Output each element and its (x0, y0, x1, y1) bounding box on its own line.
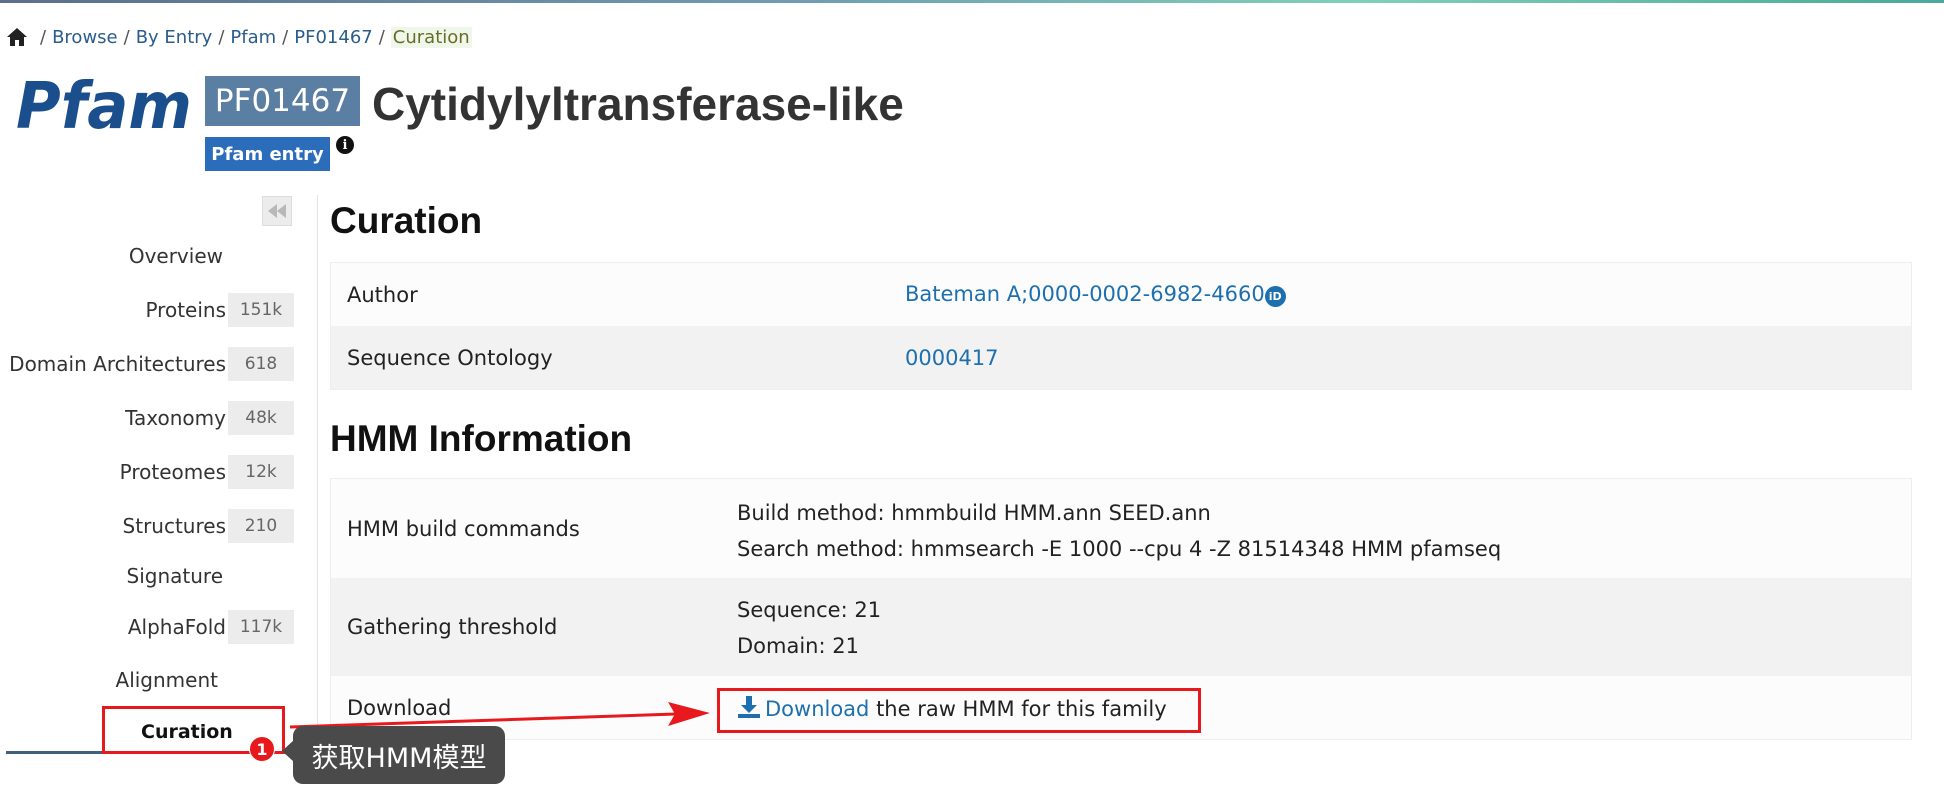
sidebar-item-taxonomy[interactable]: Taxonomy 48k (0, 398, 300, 438)
collapse-sidebar-button[interactable] (262, 196, 292, 226)
author-value: Bateman A;0000-0002-6982-4660 iD (905, 282, 1286, 307)
sidebar-item-label: Alignment (115, 668, 218, 692)
sidebar-item-alphafold[interactable]: AlphaFold 117k (0, 607, 300, 647)
hmm-build-value: Build method: hmmbuild HMM.ann SEED.ann … (737, 495, 1501, 567)
count-badge: 618 (228, 347, 294, 381)
sidebar-item-structures[interactable]: Structures 210 (0, 506, 300, 546)
sequence-threshold-text: Sequence: 21 (737, 598, 882, 622)
sidebar-item-label: Taxonomy (125, 406, 226, 430)
sidebar-item-signature[interactable]: Signature (0, 556, 300, 596)
breadcrumb-current: Curation (390, 26, 472, 48)
table-row: HMM build commands Build method: hmmbuil… (331, 479, 1911, 578)
sidebar-item-label: Signature (126, 564, 223, 588)
double-chevron-left-icon (268, 204, 286, 218)
sequence-ontology-label: Sequence Ontology (347, 345, 553, 370)
sidebar-item-overview[interactable]: Overview (0, 236, 300, 276)
sidebar-item-label: AlphaFold (127, 615, 226, 639)
breadcrumb-by-entry[interactable]: By Entry (136, 27, 213, 48)
count-badge: 151k (228, 293, 294, 327)
breadcrumb: / Browse / By Entry / Pfam / PF01467 / C… (6, 25, 472, 49)
sidebar-divider (317, 195, 318, 755)
sidebar-item-proteomes[interactable]: Proteomes 12k (0, 452, 300, 492)
download-label: Download (347, 695, 452, 720)
hmm-build-label: HMM build commands (347, 516, 580, 541)
table-row: Author Bateman A;0000-0002-6982-4660 iD (331, 263, 1911, 326)
count-badge: 12k (228, 455, 294, 489)
sidebar-item-label: Domain Architectures (9, 352, 226, 376)
info-icon[interactable]: i (336, 136, 354, 154)
table-row: Sequence Ontology 0000417 (331, 326, 1911, 389)
accession-badge: PF01467 (205, 76, 360, 126)
count-badge: 117k (228, 610, 294, 644)
hmm-heading: HMM Information (330, 418, 633, 459)
sidebar-item-label: Proteomes (119, 460, 226, 484)
breadcrumb-pfam[interactable]: Pfam (230, 27, 276, 48)
breadcrumb-accession[interactable]: PF01467 (294, 27, 372, 48)
step-number-badge: 1 (249, 736, 275, 762)
sidebar-item-label: Structures (122, 514, 226, 538)
download-highlight-box (717, 688, 1201, 733)
breadcrumb-separator: / (378, 26, 385, 48)
search-method-text: Search method: hmmsearch -E 1000 --cpu 4… (737, 537, 1502, 561)
page-title: Cytidylyltransferase-like (372, 78, 904, 130)
entry-type-badge: Pfam entry (205, 137, 330, 171)
curation-heading: Curation (330, 200, 483, 241)
sidebar-item-proteins[interactable]: Proteins 151k (0, 290, 300, 330)
author-link[interactable]: Bateman A;0000-0002-6982-4660 (905, 282, 1265, 306)
domain-threshold-text: Domain: 21 (737, 634, 859, 658)
top-color-strip (0, 0, 1944, 3)
sidebar-item-label: Overview (128, 244, 223, 268)
breadcrumb-separator: / (218, 26, 225, 48)
breadcrumb-separator: / (40, 26, 47, 48)
sequence-ontology-link[interactable]: 0000417 (905, 346, 999, 370)
pfam-logo: Pfam (16, 70, 192, 140)
table-row: Gathering threshold Sequence: 21 Domain:… (331, 578, 1911, 676)
gathering-threshold-label: Gathering threshold (347, 615, 558, 639)
sidebar-item-label: Proteins (145, 298, 226, 322)
pfam-logo-text: Pfam (16, 70, 192, 140)
author-label: Author (347, 282, 418, 307)
build-method-text: Build method: hmmbuild HMM.ann SEED.ann (737, 501, 1211, 525)
gathering-threshold-value: Sequence: 21 Domain: 21 (737, 592, 881, 664)
curation-table: Author Bateman A;0000-0002-6982-4660 iD S… (330, 262, 1912, 390)
sidebar-item-alignment[interactable]: Alignment (0, 660, 300, 700)
orcid-icon[interactable]: iD (1264, 286, 1286, 307)
breadcrumb-separator: / (123, 26, 130, 48)
count-badge: 210 (228, 509, 294, 543)
home-icon[interactable] (6, 27, 28, 47)
count-badge: 48k (228, 401, 294, 435)
breadcrumb-browse[interactable]: Browse (52, 27, 118, 48)
sidebar-item-domain-architectures[interactable]: Domain Architectures 618 (0, 344, 300, 384)
annotation-tooltip: 获取HMM模型 (293, 726, 505, 784)
breadcrumb-separator: / (282, 26, 289, 48)
